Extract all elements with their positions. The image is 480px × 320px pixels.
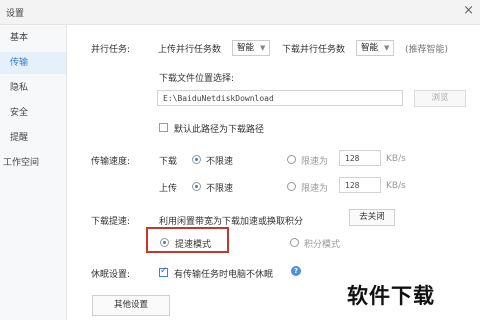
download-speed-label: 下载 [159,157,178,167]
upload-unlimited-radio[interactable] [192,182,201,191]
close-icon[interactable]: × [463,3,474,18]
title-bar: 设置 × [0,0,480,25]
sidebar: 基本 传输 隐私 安全 提醒 工作空间 [0,25,67,320]
prevent-sleep-label: 有传输任务时电脑不休眠 [174,270,274,280]
upload-unlimited-label: 不限速 [206,184,234,194]
parallel-tasks-label: 并行任务: [91,45,131,55]
sidebar-item-workspace[interactable]: 工作空间 [0,152,66,174]
points-mode-radio[interactable] [290,238,299,247]
download-limited-label: 限速为 [301,157,329,167]
info-icon[interactable]: ? [291,266,301,276]
sidebar-item-transfer[interactable]: 传输 [0,52,66,74]
sidebar-item-basic[interactable]: 基本 [0,27,66,49]
transfer-speed-label: 传输速度: [91,157,131,167]
speed-mode-radio[interactable] [160,238,169,247]
boost-description: 利用闲置带宽为下载加速或换取积分 [159,217,304,227]
download-limited-radio[interactable] [287,155,296,164]
download-limit-input[interactable]: 128 [339,150,381,166]
upload-tasks-select[interactable]: 智能 ▼ [232,40,271,56]
upload-limit-input[interactable]: 128 [339,177,381,193]
download-unlimited-label: 不限速 [206,157,234,167]
upload-limit-unit: KB/s [386,181,406,191]
download-tasks-select[interactable]: 智能 ▼ [356,40,395,56]
upload-speed-label: 上传 [159,184,178,194]
download-unlimited-radio[interactable] [192,155,201,164]
upload-tasks-value: 智能 [237,43,255,53]
download-tasks-label: 下载并行任务数 [282,45,346,55]
upload-limited-label: 限速为 [301,184,329,194]
speed-mode-label: 提速模式 [175,240,212,250]
recommend-hint: (推荐智能) [405,45,449,55]
window-title: 设置 [6,9,25,19]
default-path-label: 默认此路径为下载路径 [174,125,265,135]
upload-limited-radio[interactable] [287,182,296,191]
download-location-label: 下载文件位置选择: [159,74,235,84]
watermark-text: 软件下载 [347,284,435,308]
download-boost-label: 下载提速: [91,217,131,227]
prevent-sleep-checkbox[interactable] [159,266,168,277]
sidebar-item-privacy[interactable]: 隐私 [0,77,66,99]
download-limit-unit: KB/s [386,154,406,164]
sidebar-item-security[interactable]: 安全 [0,102,66,124]
default-path-checkbox[interactable] [159,123,168,132]
boost-close-button[interactable]: 去关闭 [349,209,395,226]
sidebar-item-reminder[interactable]: 提醒 [0,127,66,149]
download-path-field[interactable]: E:\BaiduNetdiskDownload [157,90,403,106]
browse-button[interactable]: 浏览 [414,90,466,107]
download-tasks-value: 智能 [361,43,379,53]
chevron-down-icon: ▼ [384,44,390,52]
other-settings-button[interactable]: 其他设置 [92,295,170,316]
sleep-settings-label: 休眠设置: [91,270,131,280]
upload-tasks-label: 上传并行任务数 [158,45,222,55]
points-mode-label: 积分模式 [304,240,341,250]
chevron-down-icon: ▼ [260,44,266,52]
